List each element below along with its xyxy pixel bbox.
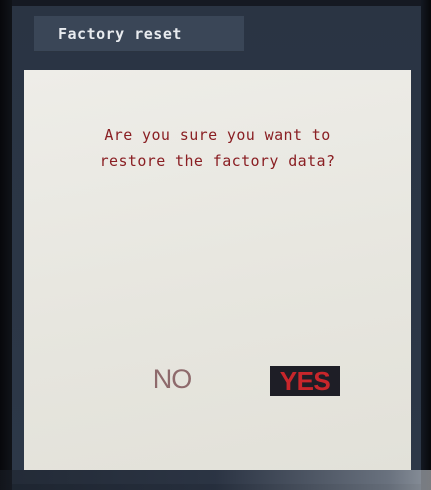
confirm-message-line-2: restore the factory data? <box>99 152 336 170</box>
confirm-dialog: Are you sure you want to restore the fac… <box>24 70 411 470</box>
device-bezel-left <box>0 0 12 490</box>
confirm-message-line-1: Are you sure you want to <box>104 126 331 144</box>
yes-button[interactable]: YES <box>270 366 340 396</box>
title-bar: Factory reset <box>34 16 244 52</box>
device-bezel-right <box>421 0 431 490</box>
screen-glare <box>0 470 431 490</box>
page-title: Factory reset <box>58 25 182 43</box>
no-button[interactable]: NO <box>149 362 195 396</box>
device-screen: Factory reset Are you sure you want to r… <box>12 6 421 484</box>
confirm-message: Are you sure you want to restore the fac… <box>24 122 411 174</box>
device-photo: Factory reset Are you sure you want to r… <box>0 0 431 490</box>
